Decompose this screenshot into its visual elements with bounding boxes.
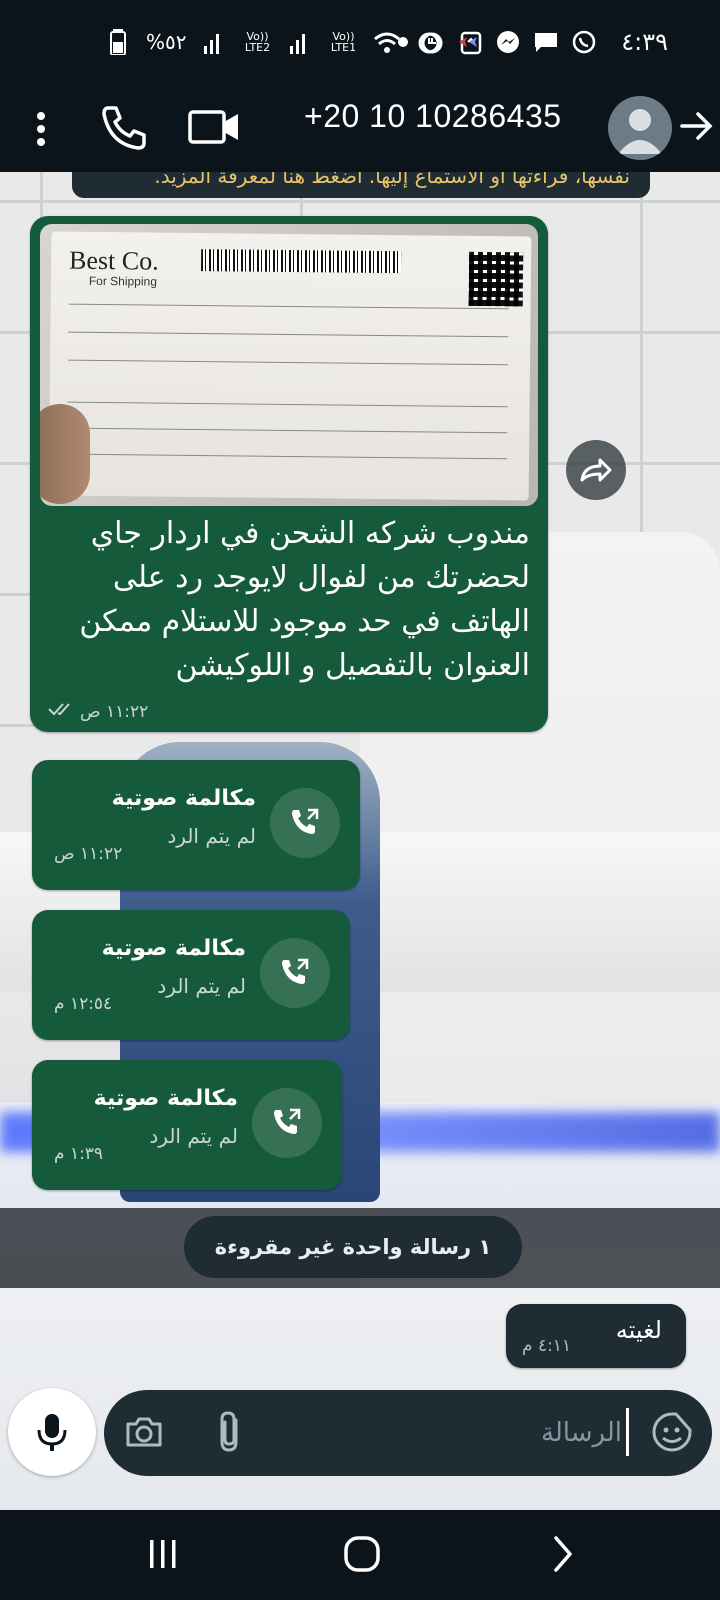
signal-icon-2 xyxy=(287,28,315,56)
message-input[interactable] xyxy=(274,1408,622,1458)
messenger-icon xyxy=(494,28,522,56)
missed-call-message[interactable]: مكالمة صوتية لم يتم الرد ١٢:٥٤ م xyxy=(32,910,350,1040)
emoji-sticker-icon[interactable] xyxy=(650,1410,694,1454)
voice-call-icon[interactable] xyxy=(96,100,150,154)
more-options-icon[interactable] xyxy=(26,102,56,154)
call-title: مكالمة صوتية xyxy=(101,936,246,961)
message-icon xyxy=(532,28,560,56)
whatsapp-icon xyxy=(570,28,598,56)
message-time: ٤:١١ م xyxy=(522,1336,572,1356)
back-arrow-icon[interactable] xyxy=(678,102,716,150)
sim1-label: Vo)) LTE2 xyxy=(244,30,271,54)
mic-icon xyxy=(37,1414,67,1451)
encryption-notice-text: نفسها، قراءتها أو الاستماع إليها. اضغط ه… xyxy=(154,172,630,188)
shipping-slip: Best Co. For Shipping xyxy=(48,231,532,501)
text-caret xyxy=(626,1408,629,1456)
video-call-icon[interactable] xyxy=(186,100,244,154)
battery-icon xyxy=(104,28,132,56)
wifi-icon xyxy=(373,28,401,56)
attach-icon[interactable] xyxy=(214,1410,248,1454)
encryption-notice[interactable]: نفسها، قراءتها أو الاستماع إليها. اضغط ه… xyxy=(72,172,650,198)
call-back-icon[interactable] xyxy=(252,1088,322,1158)
doc-sub: For Shipping xyxy=(88,273,157,289)
doc-rule xyxy=(68,331,509,338)
notification-dot xyxy=(398,37,408,47)
sim2-label: Vo)) LTE1 xyxy=(330,30,357,54)
unread-messages-divider: ١ رسالة واحدة غير مقروءة xyxy=(184,1216,522,1278)
call-status: لم يتم الرد xyxy=(157,974,246,998)
system-nav-bar xyxy=(0,1510,720,1600)
alarm-icon-2 xyxy=(418,28,446,56)
call-back-icon[interactable] xyxy=(270,788,340,858)
call-status: لم يتم الرد xyxy=(167,824,256,848)
call-time: ١١:٢٢ ص xyxy=(54,844,123,864)
message-composer[interactable] xyxy=(104,1390,712,1476)
qr-code xyxy=(468,251,524,307)
call-time: ١:٣٩ م xyxy=(54,1144,104,1164)
contact-phone-number[interactable]: +20 10 10286435 xyxy=(304,98,562,135)
home-icon[interactable] xyxy=(342,1534,382,1574)
read-check-icon xyxy=(48,701,74,722)
nav-back-icon[interactable] xyxy=(548,1532,578,1576)
barcode xyxy=(200,249,402,274)
status-notifications xyxy=(398,28,598,56)
status-bar: %٥٢ Vo)) LTE2 Vo)) LTE1 ٤:٣٩ xyxy=(0,0,720,88)
app-logo-icon xyxy=(456,28,484,56)
doc-rule xyxy=(67,453,508,460)
avatar[interactable] xyxy=(608,96,672,160)
message-text: مندوب شركه الشحن في اردار جاي لحضرتك من … xyxy=(79,516,530,683)
status-time: ٤:٣٩ xyxy=(621,28,668,56)
doc-rule xyxy=(68,303,509,310)
image-message[interactable]: Best Co. For Shipping مندوب شركه الشحن ف… xyxy=(30,216,548,732)
recent-apps-icon[interactable] xyxy=(146,1534,180,1574)
missed-call-message[interactable]: مكالمة صوتية لم يتم الرد ١١:٢٢ ص xyxy=(32,760,360,890)
message-text: لغيته xyxy=(615,1316,662,1344)
shipping-document-image[interactable]: Best Co. For Shipping xyxy=(40,224,538,506)
doc-logo: Best Co. xyxy=(68,245,159,276)
doc-rule xyxy=(67,427,508,434)
camera-icon[interactable] xyxy=(124,1412,164,1452)
call-title: مكالمة صوتية xyxy=(93,1086,238,1111)
photo-finger xyxy=(40,404,90,504)
doc-rule xyxy=(67,401,508,408)
chat-area[interactable]: نفسها، قراءتها أو الاستماع إليها. اضغط ه… xyxy=(0,172,720,1510)
call-title: مكالمة صوتية xyxy=(111,786,256,811)
signal-icon xyxy=(201,28,229,56)
doc-rule xyxy=(68,359,509,366)
call-status: لم يتم الرد xyxy=(149,1124,238,1148)
message-meta: ١١:٢٢ ص xyxy=(48,701,148,722)
chat-header: +20 10 10286435 xyxy=(0,88,720,172)
call-time: ١٢:٥٤ م xyxy=(54,994,113,1014)
battery-percent: %٥٢ xyxy=(146,30,187,54)
call-back-icon[interactable] xyxy=(260,938,330,1008)
message-time: ١١:٢٢ ص xyxy=(80,701,149,722)
forward-icon[interactable] xyxy=(566,440,626,500)
outgoing-message[interactable]: لغيته ٤:١١ م xyxy=(506,1304,686,1368)
missed-call-message[interactable]: مكالمة صوتية لم يتم الرد ١:٣٩ م xyxy=(32,1060,342,1190)
voice-record-button[interactable] xyxy=(8,1388,96,1476)
